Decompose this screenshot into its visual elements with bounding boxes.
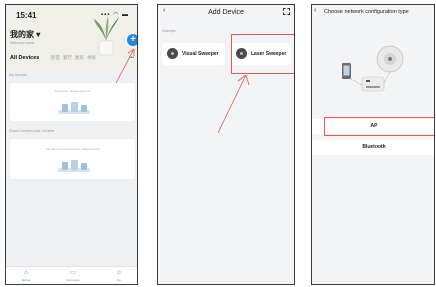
network-diagram [342, 45, 404, 92]
nav-bar: ‹ Add Device [158, 5, 294, 19]
tabbar-label: Messages [66, 278, 80, 282]
category-label: Sweeper [162, 29, 176, 33]
room-tabs: All Devices 卧室 客厅 厨房 书房 ••• [6, 55, 137, 65]
screenshot-canvas: 15:41 ▪▪▪ ◠ ▬ 我的家 ▾ Welcome home + All D… [0, 0, 436, 287]
home-subtitle: Welcome home [10, 41, 35, 45]
tab-room-2[interactable]: 客厅 [63, 55, 72, 61]
back-button[interactable]: ‹ [314, 7, 316, 14]
highlight-box [324, 117, 434, 136]
tab-room-4[interactable]: 书房 [87, 55, 96, 61]
tabbar-me[interactable]: ☺ Me [104, 269, 134, 282]
empty-state-icon [58, 102, 90, 114]
page-title: Choose network configuration type [324, 9, 409, 15]
empty-state-icon [58, 160, 90, 172]
annotation-arrow [217, 74, 250, 134]
shared-devices-card: You have not received any shared device [10, 139, 135, 179]
home-title[interactable]: 我的家 ▾ [10, 29, 40, 40]
tab-room-1[interactable]: 卧室 [51, 55, 60, 61]
nav-bar: ‹ Choose network configuration type [312, 5, 434, 19]
sweeper-icon [167, 48, 178, 59]
my-devices-card: No device, please add one [10, 83, 135, 121]
tab-room-3[interactable]: 厨房 [75, 55, 84, 61]
message-icon: ▭ [70, 270, 76, 276]
my-devices-label: My Devices [9, 73, 28, 77]
bluetooth-option[interactable]: Bluetooth [312, 140, 434, 155]
highlight-box [231, 34, 294, 74]
page-title: Add Device [208, 9, 244, 16]
annotation-arrow [115, 48, 135, 84]
tab-all-devices[interactable]: All Devices [10, 55, 39, 61]
tabbar-home[interactable]: ⌂ Home [11, 269, 41, 282]
device-name: Visual Sweeper [182, 51, 219, 57]
no-devices-text: No device, please add one [54, 89, 91, 93]
tabbar-label: Home [21, 278, 30, 282]
home-screen: 15:41 ▪▪▪ ◠ ▬ 我的家 ▾ Welcome home + All D… [5, 4, 138, 285]
tabbar-label: Me [116, 278, 122, 282]
no-shared-text: You have not received any shared device [45, 147, 100, 151]
network-config-screen: ‹ Choose network configuration type AP B… [311, 4, 435, 285]
scan-icon[interactable] [283, 8, 290, 15]
status-time: 15:41 [16, 11, 37, 20]
device-item-visual-sweeper[interactable]: Visual Sweeper [162, 43, 225, 65]
bottom-tab-bar: ⌂ Home ▭ Messages ☺ Me [6, 266, 137, 284]
add-device-screen: ‹ Add Device Sweeper Visual Sweeper Lase… [157, 4, 295, 285]
tabbar-messages[interactable]: ▭ Messages [58, 269, 88, 282]
house-icon: ⌂ [24, 270, 28, 276]
more-icon[interactable]: ••• [129, 55, 134, 61]
profile-icon: ☺ [115, 270, 123, 276]
shared-devices-label: Shared devices that I receive [9, 129, 55, 133]
